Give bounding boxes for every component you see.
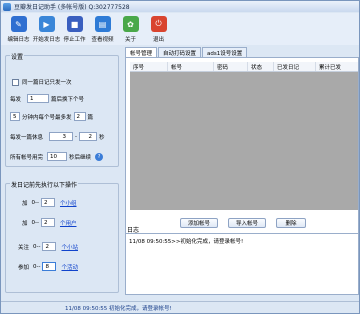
pre-action-prefix: 加 bbox=[22, 200, 28, 207]
table-header: 序号 帐号 密码 状态 已发日记 累计已发 bbox=[130, 62, 358, 72]
tab-strip: 帐号管理 自动打码设置 ads1设号设置 bbox=[125, 47, 248, 57]
pre-actions-group: 发日记前先执行以下操作 加 0-- 2 个小组 加 0-- 2 个用户 关注 0… bbox=[5, 180, 119, 293]
sites-link[interactable]: 个小站 bbox=[61, 243, 78, 251]
events-input[interactable]: 8 bbox=[42, 262, 57, 271]
groups-link[interactable]: 个小组 bbox=[60, 199, 77, 207]
stop-work-label: 停止工作 bbox=[63, 37, 86, 43]
every-label: 每发 bbox=[10, 96, 22, 103]
same-log-row: 同一篇日记只发一次 bbox=[12, 78, 72, 86]
all-done-row: 所有帐号用完 10 秒后继续 ? bbox=[10, 152, 104, 161]
tab-ads-settings[interactable]: ads1设号设置 bbox=[202, 47, 248, 57]
tab-captcha-settings[interactable]: 自动打码设置 bbox=[158, 47, 202, 57]
edit-log-label: 编辑日志 bbox=[7, 37, 30, 43]
pre-action-prefix: 参加 bbox=[18, 264, 30, 271]
status-text: 11/08 09:50:55 初始化完成，请登录帐号! bbox=[65, 305, 172, 312]
account-table-body[interactable] bbox=[130, 72, 358, 210]
minutes-label: 分钟内每个号最多发 bbox=[22, 114, 72, 121]
left-panel: 设置 同一篇日记只发一次 每发 1 篇后换下个号 5 分钟内每个号最多发 2 篇… bbox=[3, 47, 121, 299]
edit-log-button[interactable]: ✎ 编辑日志 bbox=[5, 13, 32, 44]
account-actions: 添加帐号 导入帐号 删除 bbox=[126, 218, 360, 228]
minutes-input[interactable]: 5 bbox=[10, 112, 20, 121]
users-link[interactable]: 个用户 bbox=[60, 219, 77, 227]
pre-action-row: 参加 0-- 8 个活动 bbox=[18, 262, 78, 271]
account-table-frame: 序号 帐号 密码 状态 已发日记 累计已发 添加帐号 导入帐号 删除 bbox=[125, 57, 359, 249]
settings-title: 设置 bbox=[10, 52, 25, 61]
pre-action-dash: 0-- bbox=[33, 243, 41, 250]
add-account-button[interactable]: 添加帐号 bbox=[180, 218, 218, 228]
every-input[interactable]: 1 bbox=[27, 94, 50, 103]
groups-input[interactable]: 2 bbox=[40, 198, 55, 207]
every-row: 每发 1 篇后换下个号 bbox=[10, 94, 84, 103]
column-header[interactable]: 已发日记 bbox=[274, 62, 316, 71]
app-window: 豆瓣发日记助手 (多帐号版) Q:302777528 ✎ 编辑日志 ▶ 开始发日… bbox=[0, 0, 360, 314]
column-header[interactable]: 序号 bbox=[130, 62, 168, 71]
title-bar: 豆瓣发日记助手 (多帐号版) Q:302777528 bbox=[1, 1, 359, 12]
help-icon[interactable]: ? bbox=[95, 152, 104, 161]
column-header[interactable]: 帐号 bbox=[168, 62, 214, 71]
column-header[interactable]: 密码 bbox=[214, 62, 248, 71]
status-bar: 11/08 09:50:55 初始化完成，请登录帐号! bbox=[1, 301, 359, 313]
import-account-button[interactable]: 导入帐号 bbox=[228, 218, 266, 228]
sites-input[interactable]: 2 bbox=[42, 242, 57, 251]
toolbar: ✎ 编辑日志 ▶ 开始发日志 ■ 停止工作 ▤ 查看视频 ✿ 关于 ⏻ 退出 bbox=[1, 13, 359, 45]
about-icon: ✿ bbox=[122, 16, 139, 32]
rest-from-input[interactable]: 3 bbox=[49, 132, 74, 141]
pre-action-row: 关注 0-- 2 个小站 bbox=[18, 242, 78, 251]
pre-action-prefix: 关注 bbox=[18, 244, 30, 251]
start-post-icon: ▶ bbox=[38, 16, 55, 32]
continue-label: 秒后继续 bbox=[69, 154, 92, 161]
all-done-label: 所有帐号用完 bbox=[10, 154, 44, 161]
about-label: 关于 bbox=[124, 37, 136, 43]
events-link[interactable]: 个活动 bbox=[61, 263, 78, 271]
pre-action-prefix: 加 bbox=[22, 220, 28, 227]
exit-icon: ⏻ bbox=[150, 16, 167, 32]
minutes-row: 5 分钟内每个号最多发 2 篇 bbox=[10, 112, 93, 121]
max-input[interactable]: 2 bbox=[73, 112, 86, 121]
start-post-button[interactable]: ▶ 开始发日志 bbox=[33, 13, 60, 44]
column-header[interactable]: 状态 bbox=[248, 62, 274, 71]
switch-label: 篇后换下个号 bbox=[51, 96, 85, 103]
same-log-checkbox[interactable] bbox=[12, 78, 19, 86]
edit-log-icon: ✎ bbox=[10, 16, 27, 32]
tab-account-management[interactable]: 帐号管理 bbox=[125, 47, 158, 57]
pre-action-dash: 0-- bbox=[33, 263, 41, 270]
all-done-input[interactable]: 10 bbox=[47, 152, 68, 161]
view-video-label: 查看视频 bbox=[91, 37, 114, 43]
pre-action-dash: 0-- bbox=[31, 199, 39, 206]
window-title: 豆瓣发日记助手 (多帐号版) Q:302777528 bbox=[14, 4, 130, 11]
log-box[interactable]: 11/08 09:50:55>>初始化完成，请登录帐号! bbox=[125, 233, 359, 295]
users-input[interactable]: 2 bbox=[40, 218, 55, 227]
pre-action-row: 加 0-- 2 个用户 bbox=[22, 218, 77, 227]
rest-unit: 秒 bbox=[99, 134, 105, 141]
rest-row: 每发一篇休息 3 - 2 秒 bbox=[10, 132, 105, 141]
stop-work-button[interactable]: ■ 停止工作 bbox=[61, 13, 88, 44]
stop-work-icon: ■ bbox=[66, 16, 83, 32]
pre-actions-title: 发日记前先执行以下操作 bbox=[10, 180, 79, 189]
exit-button[interactable]: ⏻ 退出 bbox=[145, 13, 172, 44]
start-post-label: 开始发日志 bbox=[32, 37, 61, 43]
about-button[interactable]: ✿ 关于 bbox=[117, 13, 144, 44]
column-header[interactable]: 累计已发 bbox=[316, 62, 358, 71]
view-video-icon: ▤ bbox=[94, 16, 111, 32]
pre-action-row: 加 0-- 2 个小组 bbox=[22, 198, 77, 207]
delete-account-button[interactable]: 删除 bbox=[276, 218, 306, 228]
pre-action-dash: 0-- bbox=[31, 219, 39, 226]
rest-separator: - bbox=[75, 133, 78, 140]
max-unit: 篇 bbox=[87, 114, 94, 121]
log-line: 11/08 09:50:55>>初始化完成，请登录帐号! bbox=[129, 239, 244, 245]
rest-to-input[interactable]: 2 bbox=[79, 132, 98, 141]
settings-group: 设置 同一篇日记只发一次 每发 1 篇后换下个号 5 分钟内每个号最多发 2 篇… bbox=[5, 52, 119, 167]
same-log-label: 同一篇日记只发一次 bbox=[22, 80, 72, 86]
rest-label: 每发一篇休息 bbox=[10, 134, 44, 141]
view-video-button[interactable]: ▤ 查看视频 bbox=[89, 13, 116, 44]
right-panel: 帐号管理 自动打码设置 ads1设号设置 序号 帐号 密码 状态 已发日记 累计… bbox=[125, 47, 359, 299]
exit-label: 退出 bbox=[152, 37, 164, 43]
app-icon bbox=[3, 2, 11, 11]
